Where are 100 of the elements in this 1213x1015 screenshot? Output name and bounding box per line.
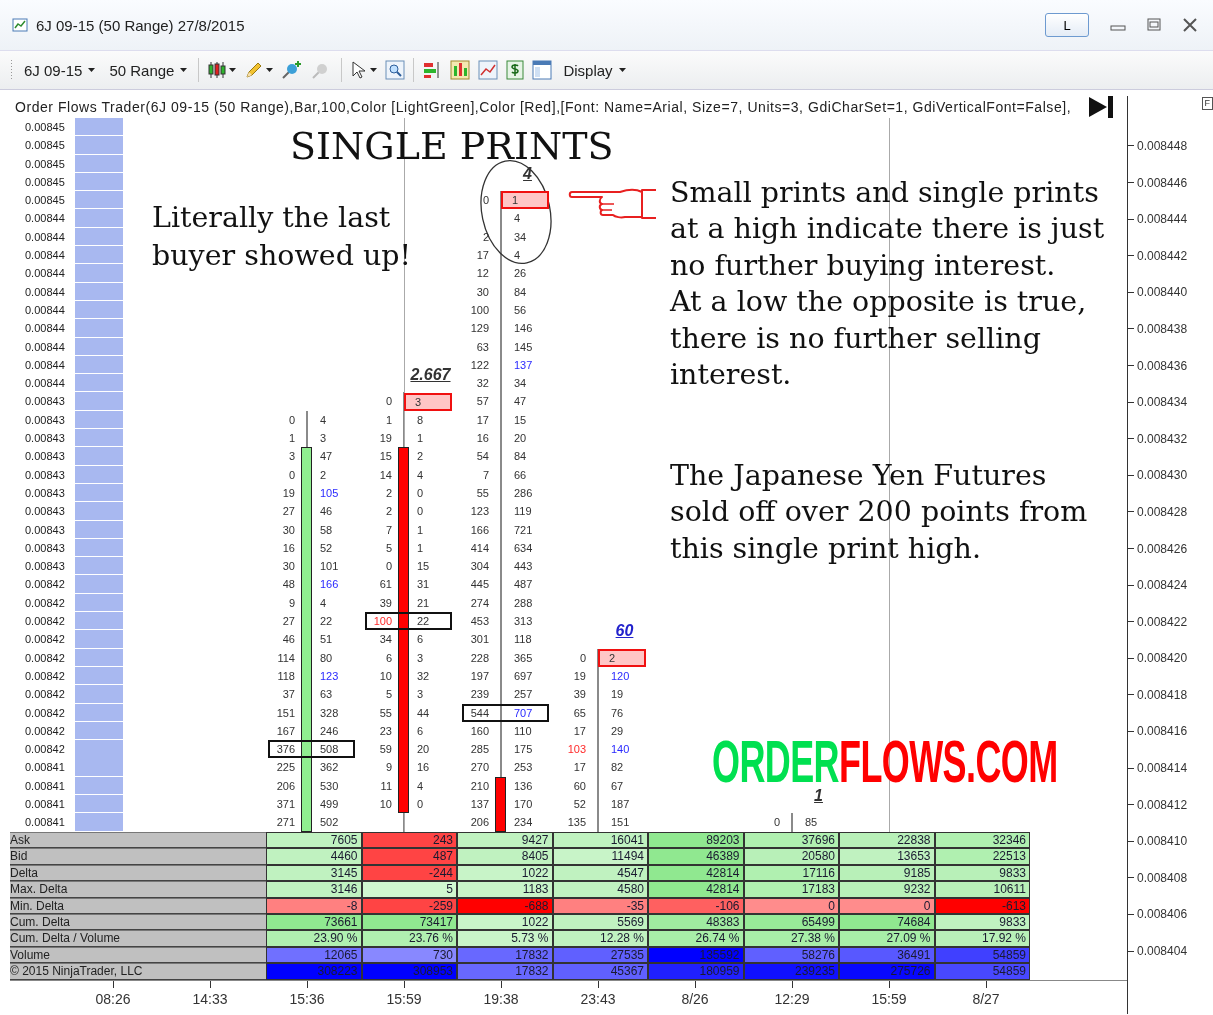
bid-volume: 137 (469, 797, 490, 812)
ask-volume: 44 (417, 705, 431, 721)
link-button[interactable]: L (1045, 13, 1089, 37)
instrument-dropdown[interactable]: 6J 09-15 (21, 59, 99, 81)
ask-volume: 29 (611, 723, 625, 739)
copyright-text: © 2015 NinjaTrader, LLC (10, 963, 266, 980)
stats-cell: 5 (361, 881, 457, 898)
stats-cell: 3146 (266, 881, 362, 898)
bid-volume: 100 (372, 614, 393, 629)
axis-price-label: 0.008418 (1137, 687, 1188, 702)
time-axis-label: 08:26 (95, 991, 131, 1007)
ask-volume: 1 (417, 540, 425, 556)
bid-volume: 239 (469, 687, 490, 703)
price-ladder-label: 0.00843 (25, 485, 66, 501)
bid-volume: 1 (384, 412, 393, 428)
price-ladder-label: 0.00845 (25, 120, 66, 135)
bid-volume: 15 (378, 449, 393, 465)
stats-cell: 17.92 % (934, 930, 1030, 947)
bid-volume: 0 (578, 650, 587, 666)
window-panel-icon[interactable] (532, 60, 553, 80)
bid-volume: 3 (287, 449, 296, 465)
price-ladder-label: 0.00842 (25, 668, 66, 684)
ask-volume: 110 (514, 723, 533, 739)
axis-price-label: 0.008422 (1137, 614, 1188, 629)
bid-volume: 118 (276, 668, 296, 684)
bid-volume: 9 (384, 760, 393, 776)
bid-volume: 7 (384, 522, 393, 538)
ask-volume: 187 (611, 797, 631, 812)
bid-volume: 5 (384, 540, 393, 556)
stats-cell: 89203 (648, 832, 744, 849)
ask-volume: 120 (611, 668, 631, 684)
window-title: 6J 09-15 (50 Range) 27/8/2015 (36, 16, 246, 34)
price-ladder-label: 0.00842 (25, 577, 66, 593)
line-chart-icon[interactable] (478, 60, 499, 80)
time-axis-label: 23:43 (580, 991, 616, 1007)
ask-volume: 151 (611, 815, 631, 831)
ask-volume: 234 (514, 815, 534, 831)
dollar-icon[interactable] (506, 60, 525, 80)
ask-volume: 4 (417, 778, 425, 794)
ask-volume: 3 (417, 650, 425, 666)
price-ladder-label: 0.00842 (25, 650, 66, 666)
ask-volume: 20 (514, 431, 528, 447)
bid-volume: 414 (469, 540, 490, 556)
ask-volume: 20 (417, 742, 431, 758)
ask-volume: 84 (514, 449, 528, 465)
skip-to-end-icon[interactable] (1087, 95, 1115, 119)
display-dropdown[interactable]: Display (560, 59, 629, 81)
bid-volume: 210 (469, 778, 490, 794)
logo-text: ORDER (712, 740, 839, 784)
bid-volume: 0 (384, 394, 393, 410)
pin-plus-icon[interactable] (281, 60, 304, 80)
ask-volume: 16 (417, 760, 431, 776)
bid-volume: 19 (378, 431, 393, 447)
ask-volume: 46 (320, 504, 334, 520)
chart-window-icon (12, 17, 28, 33)
price-ladder-label: 0.00844 (25, 248, 66, 264)
price-ladder-label: 0.00843 (25, 559, 66, 575)
stats-cell: 27.09 % (839, 930, 935, 947)
caret-icon (88, 68, 96, 72)
corner-button[interactable]: F (1201, 97, 1213, 110)
axis-price-label: 0.008436 (1137, 358, 1188, 373)
bid-volume: 10 (378, 797, 393, 812)
ask-volume: 6 (417, 632, 425, 648)
bar-label: 4 (522, 165, 533, 184)
bid-volume: 17 (475, 412, 490, 428)
ask-volume: 0 (417, 485, 425, 501)
ask-volume: 22 (320, 614, 334, 629)
axis-price-label: 0.008432 (1137, 431, 1188, 446)
ask-volume: 31 (417, 577, 431, 593)
bid-volume: 61 (378, 577, 393, 593)
bid-volume: 48 (281, 577, 296, 593)
price-ladder-label: 0.00842 (25, 595, 66, 611)
stats-cell: 1183 (457, 881, 553, 898)
zoom-icon[interactable] (385, 60, 406, 80)
bid-volume: 166 (469, 522, 490, 538)
bid-volume: 167 (275, 723, 296, 739)
caret-icon (229, 68, 237, 72)
stats-cell: 20580 (743, 848, 839, 865)
bid-volume: 46 (281, 632, 296, 648)
period-dropdown[interactable]: 50 Range (106, 59, 191, 81)
bid-volume: 59 (378, 742, 393, 758)
ask-volume: 707 (514, 705, 534, 721)
bid-volume: 5 (384, 687, 393, 703)
bid-volume: 151 (275, 705, 296, 721)
bid-volume: 52 (572, 797, 587, 812)
bar-chart-icon[interactable] (450, 60, 471, 80)
bid-volume: 19 (281, 485, 296, 501)
ask-volume: 721 (514, 522, 534, 538)
bar-label: 2.667 (409, 366, 452, 385)
stats-cell: 487 (361, 848, 457, 865)
ask-volume: 105 (320, 485, 340, 501)
price-ladder-label: 0.00843 (25, 540, 66, 556)
axis-price-label: 0.008438 (1137, 321, 1188, 336)
candlestick-icon[interactable] (207, 60, 228, 80)
stats-cell: 22513 (934, 848, 1030, 865)
ask-volume: 119 (514, 504, 533, 520)
ask-volume: 530 (320, 778, 340, 794)
bid-volume: 304 (469, 559, 490, 575)
price-ladder-label: 0.00844 (25, 376, 66, 392)
ask-volume: 0 (417, 504, 425, 520)
